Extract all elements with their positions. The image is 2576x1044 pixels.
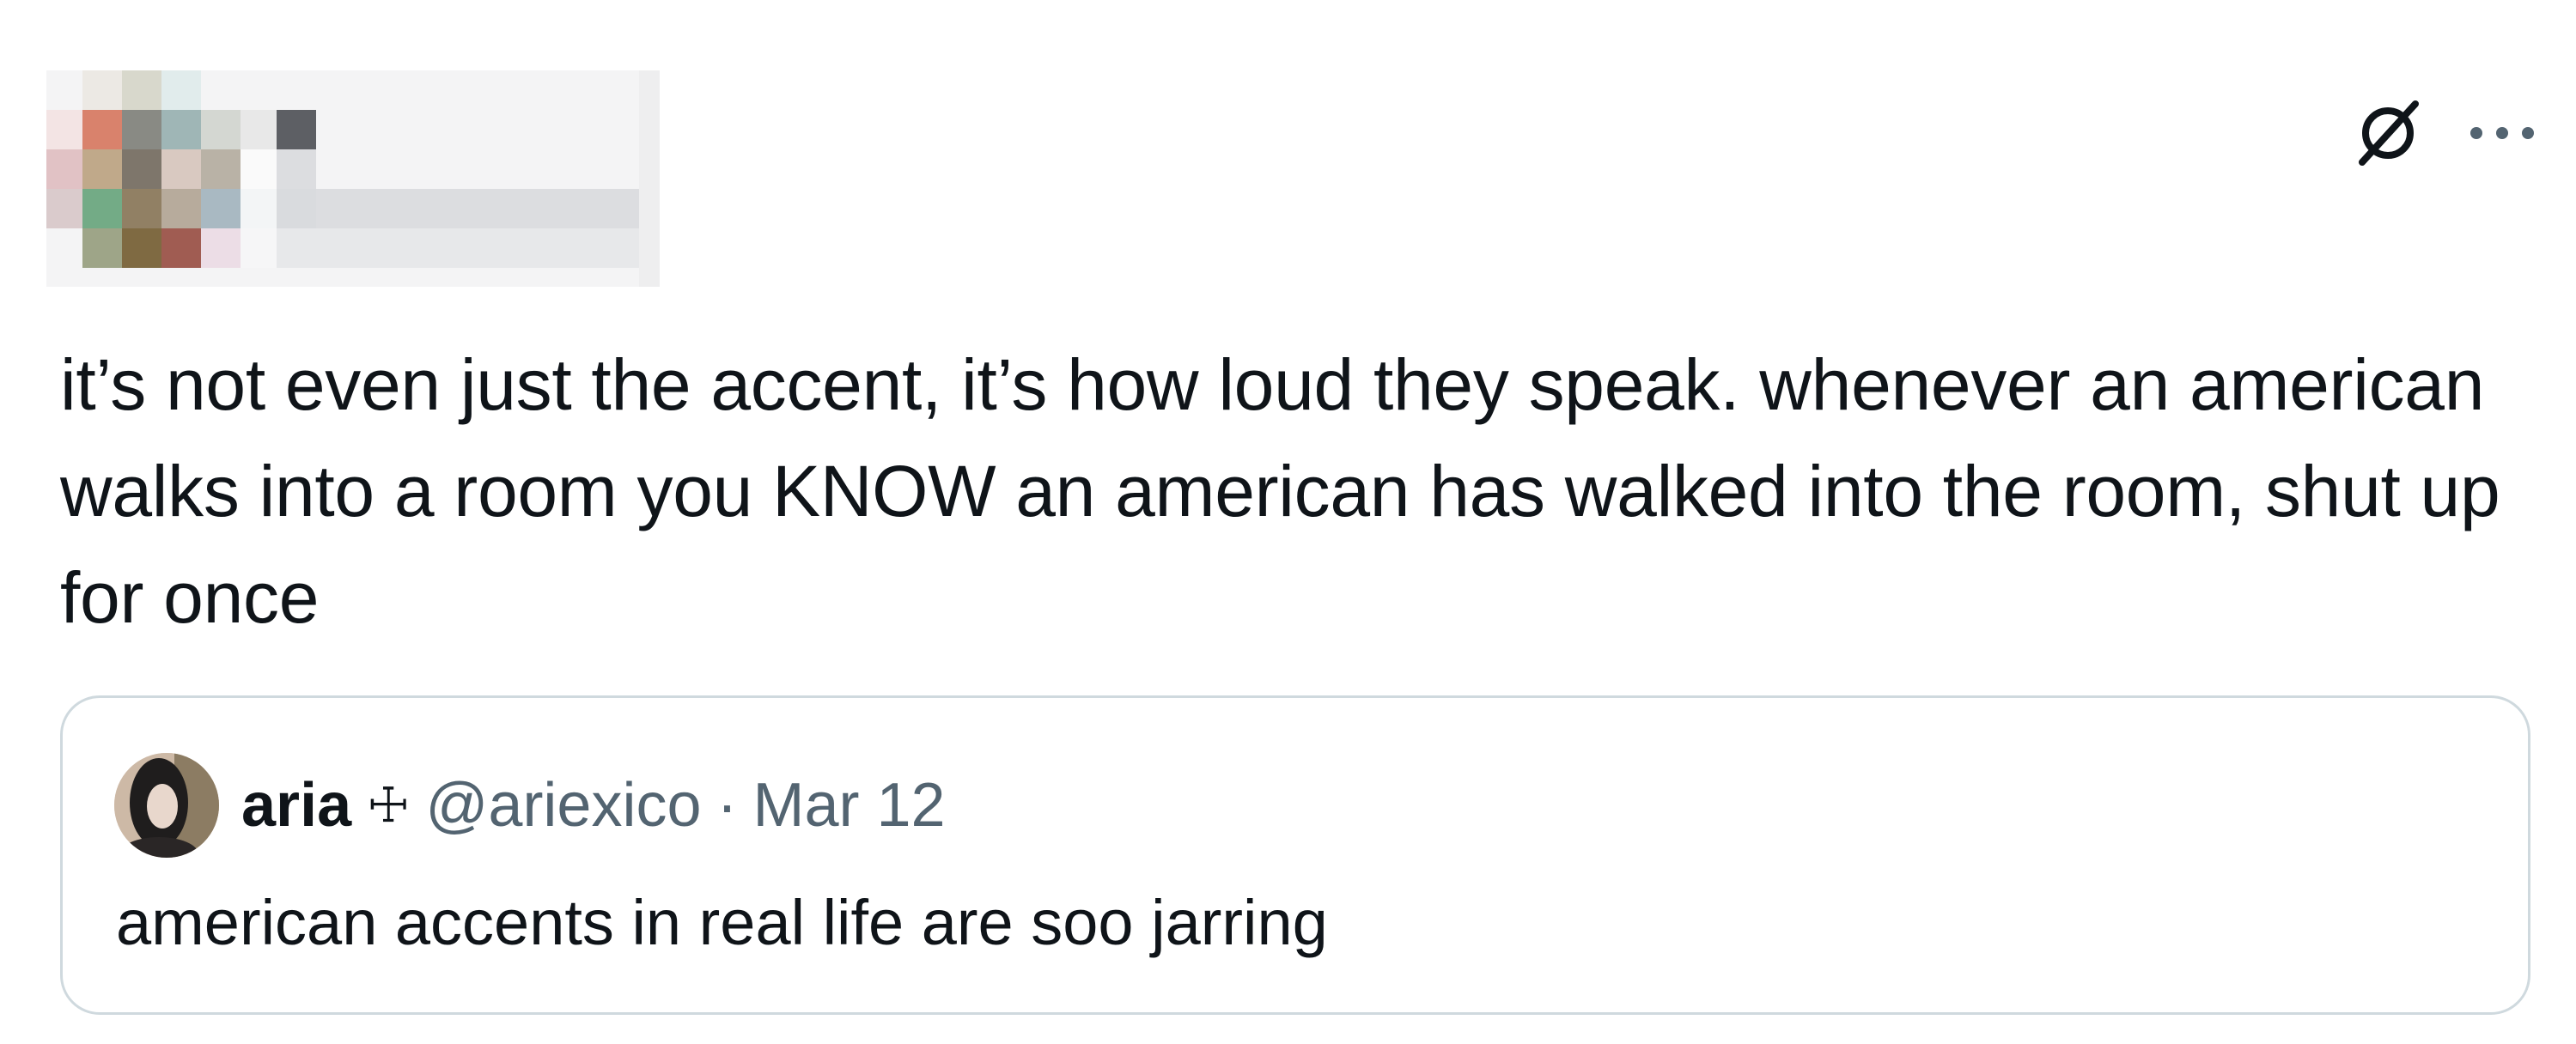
- more-options-button[interactable]: [2461, 92, 2543, 174]
- tweet: it’s not even just the accent, it’s how …: [0, 0, 2576, 1044]
- censor-block: [241, 149, 277, 189]
- slashed-circle-icon: [2359, 100, 2419, 166]
- censor-block: [122, 110, 161, 149]
- censor-block: [46, 110, 82, 149]
- quoted-tweet[interactable]: aria ☩ @ariexico · Mar 12 american accen…: [60, 695, 2530, 1015]
- censor-block: [277, 228, 660, 268]
- tweet-actions: [2341, 86, 2543, 180]
- censor-block: [161, 70, 201, 110]
- censored-author-header: [46, 70, 660, 287]
- censor-block: [241, 228, 277, 268]
- censor-block: [46, 189, 82, 228]
- censor-block: [161, 149, 201, 189]
- censor-block: [122, 228, 161, 268]
- name-symbol: ☩: [367, 778, 411, 832]
- avatar[interactable]: [114, 753, 219, 858]
- censor-block: [277, 189, 316, 228]
- censor-block: [201, 189, 241, 228]
- avatar-image: [114, 753, 219, 858]
- censor-block: [161, 189, 201, 228]
- censor-block: [316, 189, 660, 228]
- quoted-tweet-date[interactable]: Mar 12: [752, 770, 945, 841]
- tweet-text: it’s not even just the accent, it’s how …: [60, 344, 2520, 638]
- grok-button[interactable]: [2341, 86, 2435, 180]
- censor-block: [122, 149, 161, 189]
- censor-block: [277, 149, 316, 189]
- censor-block: [201, 228, 241, 268]
- censor-block: [241, 110, 277, 149]
- censor-block: [82, 228, 122, 268]
- censor-block: [122, 189, 161, 228]
- more-horizontal-icon: [2470, 127, 2534, 139]
- censor-block: [161, 228, 201, 268]
- censor-block: [46, 149, 82, 189]
- quoted-tweet-header: aria ☩ @ariexico · Mar 12: [114, 753, 946, 858]
- quoted-author-name[interactable]: aria: [241, 770, 351, 841]
- censor-block: [277, 110, 316, 149]
- censor-block: [82, 70, 122, 110]
- censor-block: [82, 189, 122, 228]
- censor-block: [639, 70, 660, 287]
- censor-block: [161, 110, 201, 149]
- quoted-author-handle[interactable]: @ariexico: [425, 770, 701, 841]
- censor-block: [82, 149, 122, 189]
- separator-dot: ·: [716, 771, 738, 840]
- quoted-tweet-text: american accents in real life are soo ja…: [116, 887, 1328, 958]
- censor-block: [241, 189, 277, 228]
- censor-block: [201, 110, 241, 149]
- censor-block: [201, 149, 241, 189]
- censor-block: [122, 70, 161, 110]
- censor-block: [82, 110, 122, 149]
